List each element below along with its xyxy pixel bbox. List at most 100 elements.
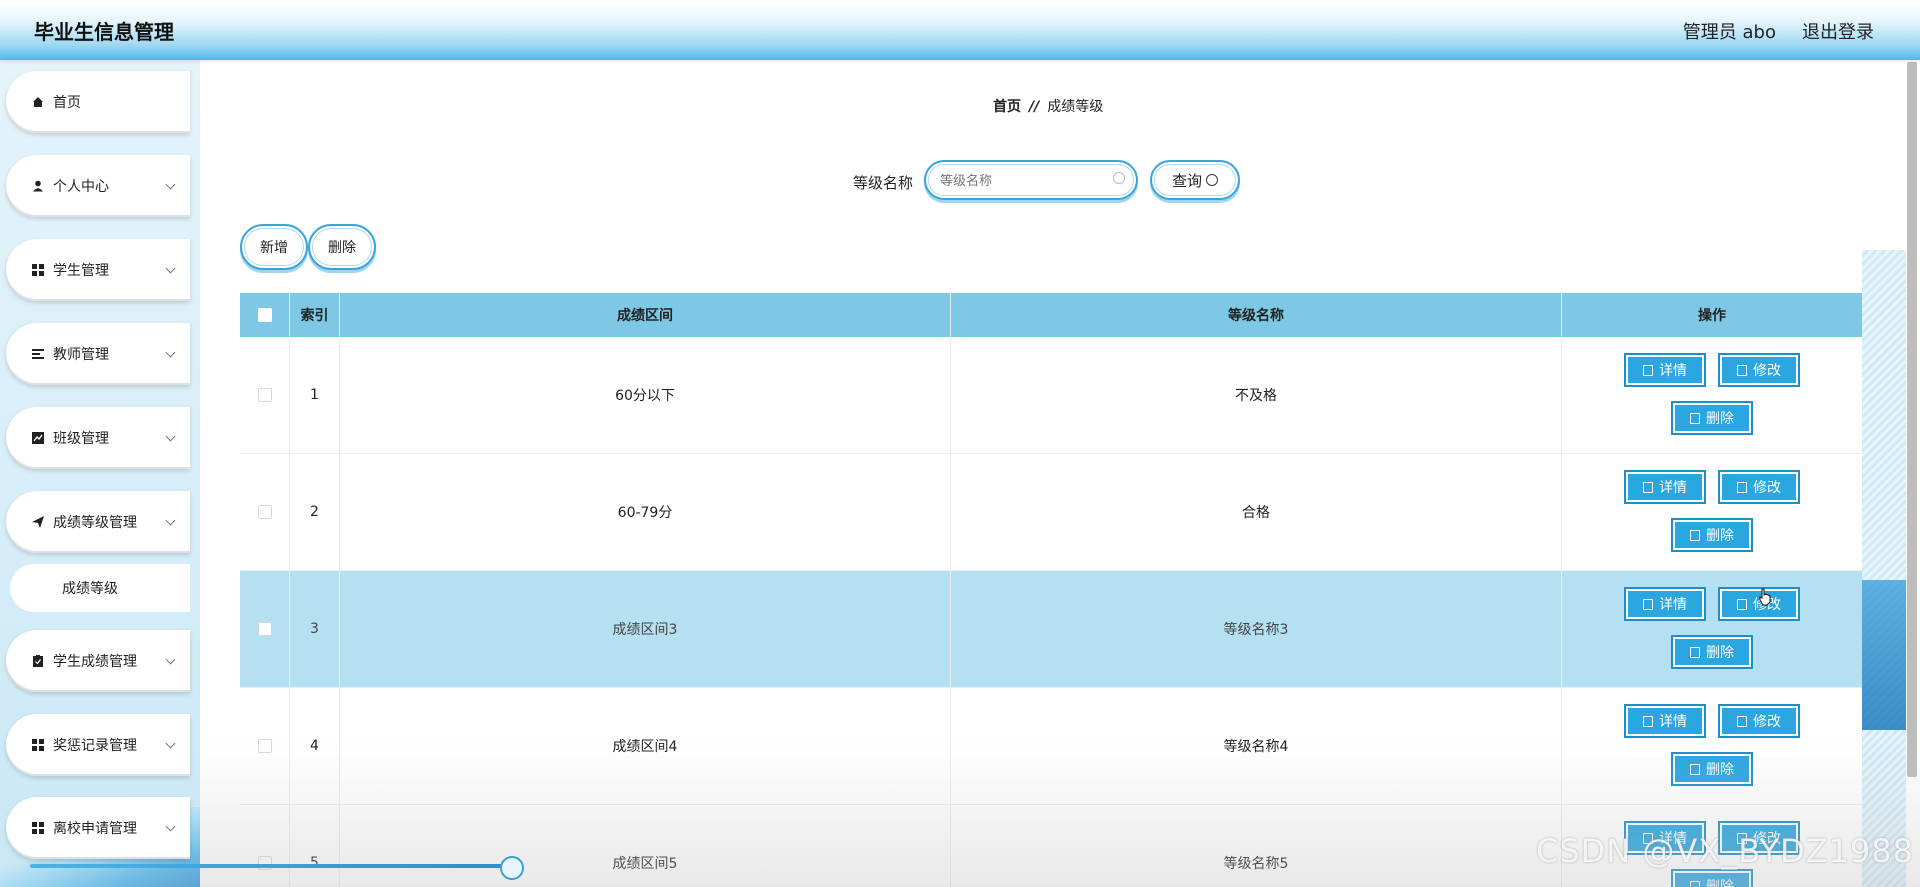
trash-icon xyxy=(1690,880,1700,887)
search-icon xyxy=(1113,172,1125,184)
current-user[interactable]: 管理员 abo xyxy=(1683,18,1776,44)
add-button[interactable]: 新增 xyxy=(240,224,308,270)
row-name: 合格 xyxy=(951,454,1562,570)
detail-button[interactable]: 详情 xyxy=(1624,353,1706,387)
sidebar-item-label: 首页 xyxy=(53,95,81,111)
column-header-name: 等级名称 xyxy=(951,293,1562,337)
detail-label: 详情 xyxy=(1659,480,1687,496)
decorative-stripes xyxy=(1862,250,1906,887)
detail-button[interactable]: 详情 xyxy=(1624,470,1706,504)
sidebar-subitem-grade-level[interactable]: 成绩等级 xyxy=(10,564,190,612)
sidebar-item-label: 学生管理 xyxy=(53,263,109,279)
sidebar-item-home[interactable]: 首页 xyxy=(6,71,190,133)
row-index: 2 xyxy=(290,454,340,570)
row-index: 4 xyxy=(290,688,340,804)
row-range: 成绩区间5 xyxy=(340,805,951,887)
delete-label: 删除 xyxy=(1706,645,1734,661)
row-name: 不及格 xyxy=(951,337,1562,453)
breadcrumb-home[interactable]: 首页 xyxy=(993,99,1021,115)
row-checkbox[interactable] xyxy=(257,739,272,753)
row-name: 等级名称5 xyxy=(951,805,1562,887)
chart-icon xyxy=(32,432,44,444)
sidebar-item-student[interactable]: 学生管理 xyxy=(6,239,190,301)
sidebar-item-grade-level[interactable]: 成绩等级管理 xyxy=(6,491,190,553)
column-header-index: 索引 xyxy=(290,293,340,337)
chevron-down-icon xyxy=(165,179,176,190)
sidebar-item-reward-record[interactable]: 奖惩记录管理 xyxy=(6,714,190,776)
edit-icon xyxy=(1737,481,1747,493)
detail-label: 详情 xyxy=(1659,714,1687,730)
chevron-down-icon xyxy=(165,431,176,442)
home-icon xyxy=(32,96,44,108)
edit-button[interactable]: 修改 xyxy=(1718,470,1800,504)
sidebar-item-student-score[interactable]: 学生成绩管理 xyxy=(6,630,190,692)
edit-label: 修改 xyxy=(1753,480,1781,496)
edit-button[interactable]: 修改 xyxy=(1718,353,1800,387)
sidebar-item-label: 成绩等级管理 xyxy=(53,515,137,531)
row-actions: 详情 修改 删除 xyxy=(1562,571,1862,687)
batch-delete-button[interactable]: 删除 xyxy=(308,224,376,270)
sidebar-item-class[interactable]: 班级管理 xyxy=(6,407,190,469)
sidebar-item-leave-application[interactable]: 离校申请管理 xyxy=(6,797,190,859)
chevron-down-icon xyxy=(165,654,176,665)
document-icon xyxy=(1643,598,1653,610)
main-content: 首页 // 成绩等级 等级名称 查询 新增 删除 索引 成绩区间 等级名称 操作 1… xyxy=(200,60,1920,887)
table-row: 3 成绩区间3 等级名称3 详情 修改 删除 xyxy=(240,571,1862,688)
detail-label: 详情 xyxy=(1659,597,1687,613)
detail-button[interactable]: 详情 xyxy=(1624,587,1706,621)
row-checkbox[interactable] xyxy=(257,505,272,519)
chevron-down-icon xyxy=(165,738,176,749)
sidebar-item-label: 教师管理 xyxy=(53,347,109,363)
edit-icon xyxy=(1737,715,1747,727)
slider-track[interactable] xyxy=(30,864,510,868)
select-all-checkbox[interactable] xyxy=(257,308,272,322)
document-icon xyxy=(1643,481,1653,493)
trash-icon xyxy=(1690,412,1700,424)
sidebar-item-label: 个人中心 xyxy=(53,179,109,195)
edit-icon xyxy=(1737,598,1747,610)
row-range: 60分以下 xyxy=(340,337,951,453)
row-checkbox[interactable] xyxy=(257,388,272,402)
row-name: 等级名称3 xyxy=(951,571,1562,687)
row-name: 等级名称4 xyxy=(951,688,1562,804)
edit-button[interactable]: 修改 xyxy=(1718,704,1800,738)
column-header-actions: 操作 xyxy=(1698,308,1726,324)
sidebar-item-teacher[interactable]: 教师管理 xyxy=(6,323,190,385)
logout-link[interactable]: 退出登录 xyxy=(1802,18,1874,44)
edit-label: 修改 xyxy=(1753,363,1781,379)
chevron-down-icon xyxy=(165,821,176,832)
sidebar-item-label: 班级管理 xyxy=(53,431,109,447)
clipboard-icon xyxy=(32,655,44,667)
vertical-scrollbar[interactable] xyxy=(1907,62,1917,777)
search-input[interactable] xyxy=(924,160,1138,200)
sidebar-item-personal-center[interactable]: 个人中心 xyxy=(6,155,190,217)
grid-icon xyxy=(32,822,44,834)
breadcrumb: 首页 // 成绩等级 xyxy=(993,96,1103,116)
row-range: 60-79分 xyxy=(340,454,951,570)
row-range: 成绩区间3 xyxy=(340,571,951,687)
delete-label: 删除 xyxy=(1706,762,1734,778)
sidebar-item-label: 奖惩记录管理 xyxy=(53,738,137,754)
breadcrumb-separator: // xyxy=(1029,99,1040,115)
delete-label: 删除 xyxy=(1706,411,1734,427)
detail-button[interactable]: 详情 xyxy=(1624,704,1706,738)
search-label: 等级名称 xyxy=(853,174,914,192)
delete-button[interactable]: 删除 xyxy=(1671,752,1753,786)
search-button[interactable]: 查询 xyxy=(1150,160,1240,200)
sidebar-item-label: 离校申请管理 xyxy=(53,821,137,837)
edit-label: 修改 xyxy=(1753,714,1781,730)
delete-button[interactable]: 删除 xyxy=(1671,869,1753,887)
row-checkbox[interactable] xyxy=(257,622,272,636)
top-header: 毕业生信息管理 管理员 abo 退出登录 xyxy=(0,0,1920,60)
column-header-range: 成绩区间 xyxy=(340,293,951,337)
delete-button[interactable]: 删除 xyxy=(1671,635,1753,669)
search-icon xyxy=(1206,174,1218,186)
row-actions: 详情 修改 删除 xyxy=(1562,454,1862,570)
delete-button[interactable]: 删除 xyxy=(1671,401,1753,435)
delete-button[interactable]: 删除 xyxy=(1671,518,1753,552)
sidebar-item-label: 学生成绩管理 xyxy=(53,654,137,670)
slider-knob[interactable] xyxy=(500,856,524,880)
search-button-label: 查询 xyxy=(1171,171,1202,190)
app-title: 毕业生信息管理 xyxy=(34,20,174,44)
edit-icon xyxy=(1737,364,1747,376)
